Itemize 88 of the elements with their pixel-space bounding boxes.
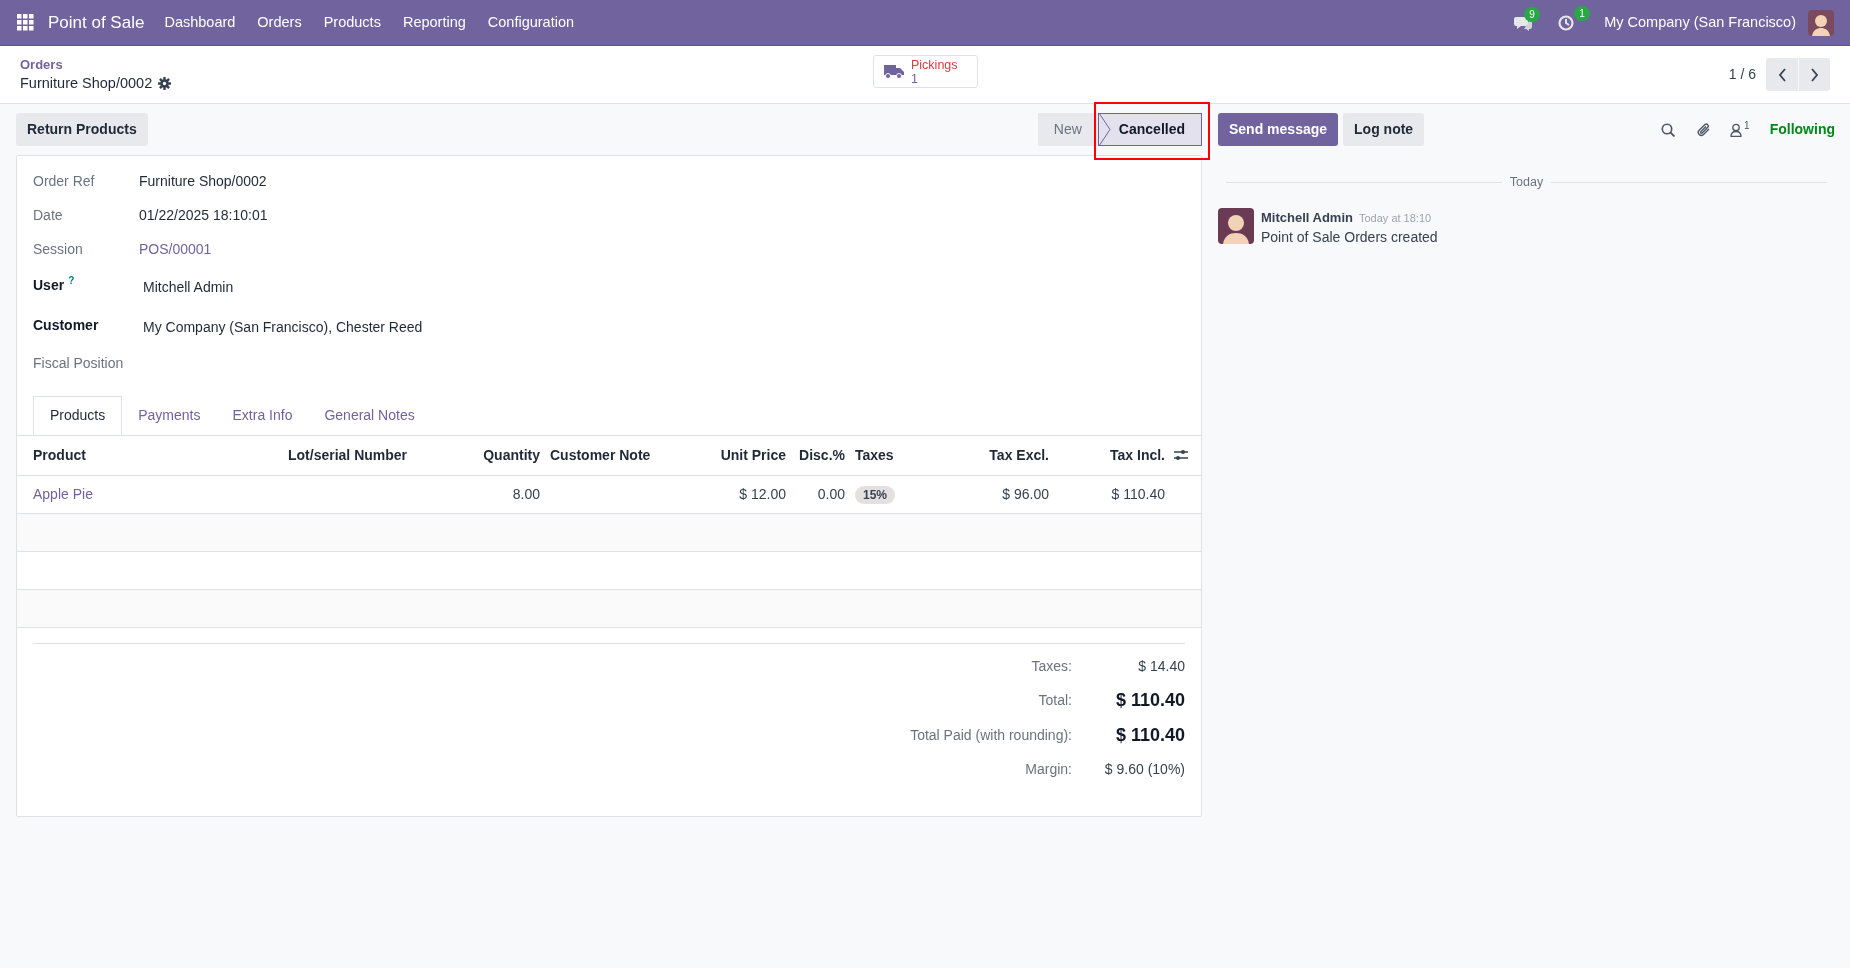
menu-item[interactable]: Orders: [257, 11, 302, 34]
column-header[interactable]: Customer Note: [545, 436, 700, 475]
activity-count-badge: 1: [1574, 5, 1590, 21]
table-cell: 0.00: [817, 485, 845, 502]
message-body: Point of Sale Orders created: [1261, 228, 1438, 248]
author-avatar-icon: [1218, 207, 1254, 244]
smart-button-count: 1: [911, 71, 918, 86]
table-cell: $ 96.00: [1002, 485, 1049, 502]
tax-tag: 15%: [855, 485, 896, 504]
search-button[interactable]: [1661, 122, 1676, 137]
chatter-button[interactable]: Log note: [1343, 113, 1425, 146]
total-label: Taxes:: [1031, 656, 1072, 676]
column-header[interactable]: Tax Excl.: [960, 436, 1054, 475]
breadcrumb-link[interactable]: Orders: [20, 56, 172, 73]
total-value: $ 14.40: [1137, 656, 1185, 676]
field-label: Customer: [33, 316, 99, 335]
field-value: 01/22/2025 18:10:01: [139, 206, 268, 225]
field-value: Mitchell Admin: [143, 278, 234, 297]
app-grid-icon: [17, 14, 34, 31]
field-link[interactable]: POS/00001: [139, 239, 212, 260]
total-value: $ 110.40: [1114, 723, 1185, 747]
settings-icon: [158, 76, 172, 90]
tab[interactable]: General Notes: [308, 396, 431, 435]
field-value: My Company (San Francisco), Chester Reed: [143, 318, 423, 337]
truck-icon: [884, 64, 904, 79]
column-header[interactable]: Tax Incl.: [1054, 436, 1170, 475]
company-name[interactable]: My Company (San Francisco): [1604, 11, 1796, 34]
column-header[interactable]: Unit Price: [700, 436, 791, 475]
table-cell: $ 110.40: [1111, 485, 1165, 502]
field-label: Date: [33, 206, 63, 225]
total-label: Total Paid (with rounding):: [910, 725, 1072, 745]
next-button[interactable]: [1798, 58, 1830, 91]
field-label: Session: [33, 240, 83, 259]
chevron-right-icon: [1810, 67, 1819, 82]
table-cell: $ 12.00: [739, 485, 786, 502]
message-time: Today at 18:10: [1358, 210, 1432, 226]
person-icon: [1730, 122, 1743, 137]
activities-button[interactable]: [1558, 14, 1575, 31]
pager-value: 1 / 6: [1728, 65, 1756, 84]
menu-item[interactable]: Reporting: [402, 11, 466, 34]
field-label: Fiscal Position: [33, 354, 124, 373]
attachments-button[interactable]: [1697, 122, 1712, 137]
total-label: Total:: [1038, 690, 1072, 710]
clock-icon: [1558, 14, 1575, 31]
message-author: Mitchell Admin: [1261, 208, 1353, 227]
previous-button[interactable]: [1766, 58, 1798, 91]
column-header[interactable]: Lot/serial Number: [283, 436, 473, 475]
total-value: $ 110.40: [1114, 688, 1185, 712]
table-cell: 8.00: [512, 485, 540, 502]
optional-columns-button[interactable]: [1174, 449, 1188, 462]
record-title: Furniture Shop/0002: [20, 74, 153, 93]
total-label: Margin:: [1025, 759, 1072, 779]
menu-item[interactable]: Configuration: [487, 11, 575, 34]
tab[interactable]: Products: [33, 396, 123, 435]
action-button[interactable]: Return Products: [16, 113, 148, 146]
product-link[interactable]: Apple Pie: [33, 485, 93, 502]
field-value: Furniture Shop/0002: [139, 172, 267, 191]
app-name[interactable]: Point of Sale: [48, 9, 145, 36]
message-count-badge: 9: [1524, 6, 1540, 22]
tab[interactable]: Extra Info: [216, 396, 309, 435]
paperclip-icon: [1697, 122, 1712, 137]
smart-button-label: Pickings: [911, 57, 958, 72]
pickings-smart-button[interactable]: Pickings 1: [873, 55, 978, 88]
status-step[interactable]: Cancelled: [1097, 113, 1202, 146]
status-step[interactable]: New: [1037, 113, 1098, 146]
apps-menu-button[interactable]: [17, 14, 34, 31]
field-label: User: [33, 276, 65, 295]
column-header[interactable]: Disc.%: [791, 436, 850, 475]
settings-button[interactable]: [158, 76, 172, 90]
user-avatar-icon: [1808, 9, 1834, 36]
search-icon: [1661, 122, 1676, 137]
total-value: $ 9.60 (10%): [1103, 759, 1185, 779]
follow-button[interactable]: Following: [1769, 119, 1835, 140]
date-separator: Today: [1508, 174, 1545, 191]
menu-item[interactable]: Products: [323, 11, 381, 34]
tab[interactable]: Payments: [122, 396, 217, 435]
column-header[interactable]: Quantity: [473, 436, 545, 475]
menu-item[interactable]: Dashboard: [164, 11, 236, 34]
column-header[interactable]: Product: [17, 436, 283, 475]
chatter-button[interactable]: Send message: [1218, 113, 1339, 146]
chevron-left-icon: [1777, 67, 1787, 82]
field-label: Order Ref: [33, 172, 95, 191]
sliders-icon: [1174, 449, 1188, 462]
column-header[interactable]: Taxes: [850, 436, 960, 475]
followers-button[interactable]: 1: [1730, 122, 1750, 137]
chevron-separator-icon: [1098, 113, 1111, 146]
followers-count: 1: [1744, 119, 1750, 131]
help-tooltip-mark[interactable]: ?: [68, 275, 75, 286]
